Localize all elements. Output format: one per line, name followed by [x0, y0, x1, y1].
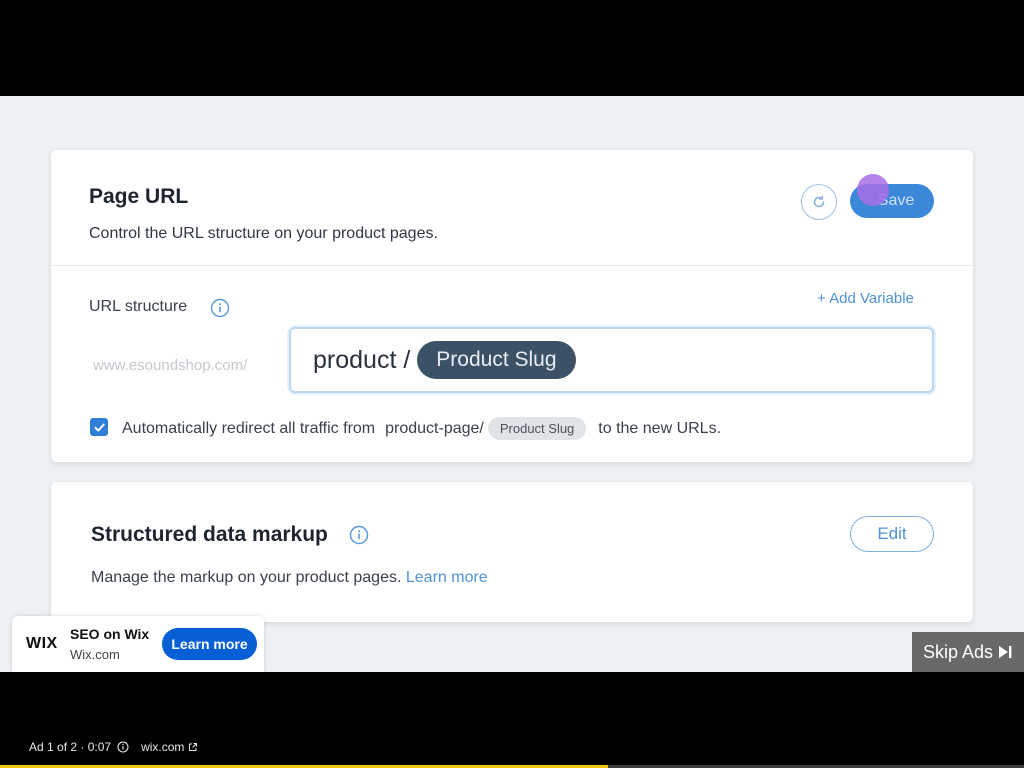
- info-icon[interactable]: [117, 741, 129, 753]
- skip-ads-button[interactable]: Skip Ads: [912, 632, 1024, 672]
- skip-ads-label: Skip Ads: [923, 641, 994, 662]
- page-url-subtitle: Control the URL structure on your produc…: [89, 225, 438, 242]
- redirect-option: Automatically redirect all traffic from …: [122, 417, 721, 440]
- structured-data-card: Structured data markup Edit Manage the m…: [51, 482, 973, 622]
- redirect-label-end: to the new URLs.: [598, 419, 722, 437]
- url-prefix-text: product /: [313, 345, 411, 374]
- structured-data-description: Manage the markup on your product pages.…: [91, 569, 488, 587]
- product-slug-variable[interactable]: Product Slug: [417, 341, 576, 379]
- learn-more-link[interactable]: Learn more: [406, 569, 488, 586]
- add-variable-link[interactable]: + Add Variable: [817, 290, 914, 307]
- refresh-icon: [813, 195, 825, 208]
- old-url-prefix: product-page/: [385, 419, 484, 437]
- check-icon: [94, 423, 105, 432]
- ad-site-link[interactable]: wix.com: [141, 740, 184, 754]
- page-url-card: Page URL Control the URL structure on yo…: [51, 150, 973, 462]
- domain-prefix: www.esoundshop.com/: [93, 357, 248, 374]
- page-url-header: Page URL Control the URL structure on yo…: [51, 150, 973, 266]
- ad-overlay[interactable]: WIX SEO on Wix Wix.com Learn more: [12, 616, 264, 672]
- redirect-label-start: Automatically redirect all traffic from: [122, 419, 376, 437]
- skip-next-icon: [997, 645, 1013, 659]
- edit-button[interactable]: Edit: [850, 516, 934, 552]
- old-slug-chip: Product Slug: [487, 417, 587, 440]
- url-structure-label: URL structure: [89, 298, 188, 315]
- video-frame: Page URL Control the URL structure on yo…: [0, 96, 1024, 672]
- external-link-icon: [189, 743, 198, 751]
- page-url-title: Page URL: [89, 185, 189, 208]
- redirect-checkbox[interactable]: [90, 418, 108, 436]
- info-icon[interactable]: [210, 298, 230, 318]
- ad-title: SEO on Wix: [70, 626, 150, 642]
- ad-counter: Ad 1 of 2 · 0:07: [29, 740, 112, 754]
- structured-data-title: Structured data markup: [91, 523, 328, 546]
- learn-more-button[interactable]: Learn more: [162, 628, 257, 660]
- url-structure-input[interactable]: product / Product Slug: [289, 327, 934, 393]
- description-text: Manage the markup on your product pages.: [91, 569, 402, 586]
- ad-status-bar: Ad 1 of 2 · 0:07 wix.com: [29, 740, 198, 754]
- click-indicator: [857, 174, 889, 206]
- info-icon[interactable]: [349, 525, 369, 545]
- ad-url: Wix.com: [70, 647, 120, 662]
- wix-logo: WIX: [26, 635, 58, 652]
- reset-button[interactable]: [801, 184, 837, 220]
